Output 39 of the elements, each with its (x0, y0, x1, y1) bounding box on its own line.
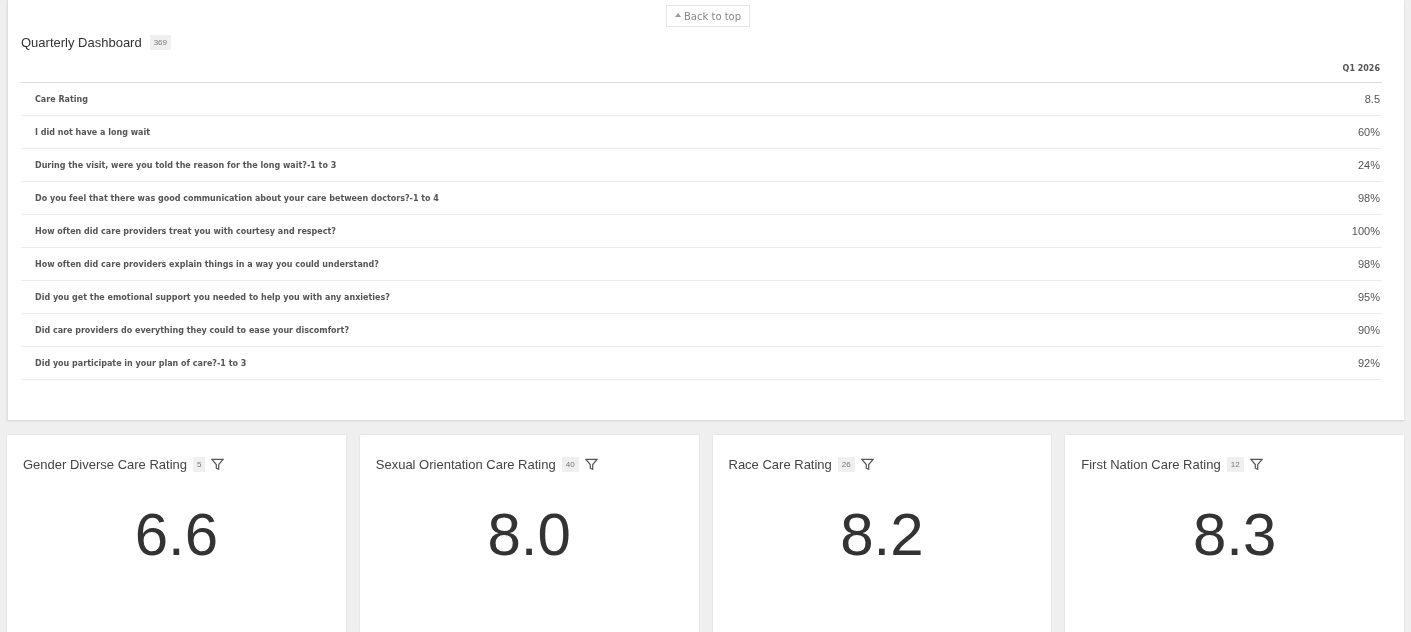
question-value: 95% (1357, 291, 1380, 303)
response-count: 40 (561, 457, 579, 472)
question-label: How often did care providers treat you with courtesy and respect? (35, 226, 336, 236)
rating-value: 8.2 (840, 500, 924, 569)
filter-icon[interactable] (211, 458, 225, 471)
question-label: Do you feel that there was good communication about your care between doctors?-1 to 4 (35, 193, 439, 203)
question-label: I did not have a long wait (35, 127, 151, 137)
up-arrow-icon (675, 13, 681, 19)
response-count: 26 (837, 457, 855, 472)
question-label: How often did care providers explain things in a way you could understand? (35, 259, 379, 269)
question-label: Did care providers do everything they could to ease your discomfort? (35, 325, 350, 335)
card-title: Sexual Orientation Care Rating (375, 457, 556, 472)
column-header: Q1 2026 (1342, 64, 1380, 73)
question-label: During the visit, were you told the reason for the long wait?-1 to 3 (35, 160, 337, 170)
question-label: Care Rating (35, 94, 88, 104)
question-value: 92% (1357, 357, 1380, 369)
question-value: 90% (1357, 324, 1380, 336)
rating-value: 8.0 (487, 500, 571, 569)
filter-icon[interactable] (1249, 458, 1263, 471)
card-title: Gender Diverse Care Rating (23, 457, 188, 472)
card-title: First Nation Care Rating (1081, 457, 1221, 472)
question-value: 60% (1357, 126, 1380, 138)
question-label: Did you participate in your plan of care?-1 to 3 (35, 358, 247, 368)
card-title: Race Care Rating (728, 457, 832, 472)
response-count: 369 (149, 35, 172, 50)
filter-icon[interactable] (860, 458, 874, 471)
question-value: 8.5 (1364, 93, 1380, 105)
question-value: 98% (1357, 258, 1380, 270)
question-value: 100% (1351, 225, 1380, 237)
dashboard-title: Quarterly Dashboard (21, 35, 142, 50)
question-label: Did you get the emotional support you needed to help you with any anxieties? (35, 292, 390, 302)
question-value: 98% (1357, 192, 1380, 204)
question-value: 24% (1357, 159, 1380, 171)
response-count: 12 (1226, 457, 1244, 472)
back-to-top-button[interactable]: Back to top (666, 5, 751, 27)
rating-value: 6.6 (134, 500, 219, 569)
rating-value: 8.3 (1192, 500, 1277, 569)
response-count: 5 (193, 457, 206, 472)
filter-icon[interactable] (584, 458, 598, 471)
